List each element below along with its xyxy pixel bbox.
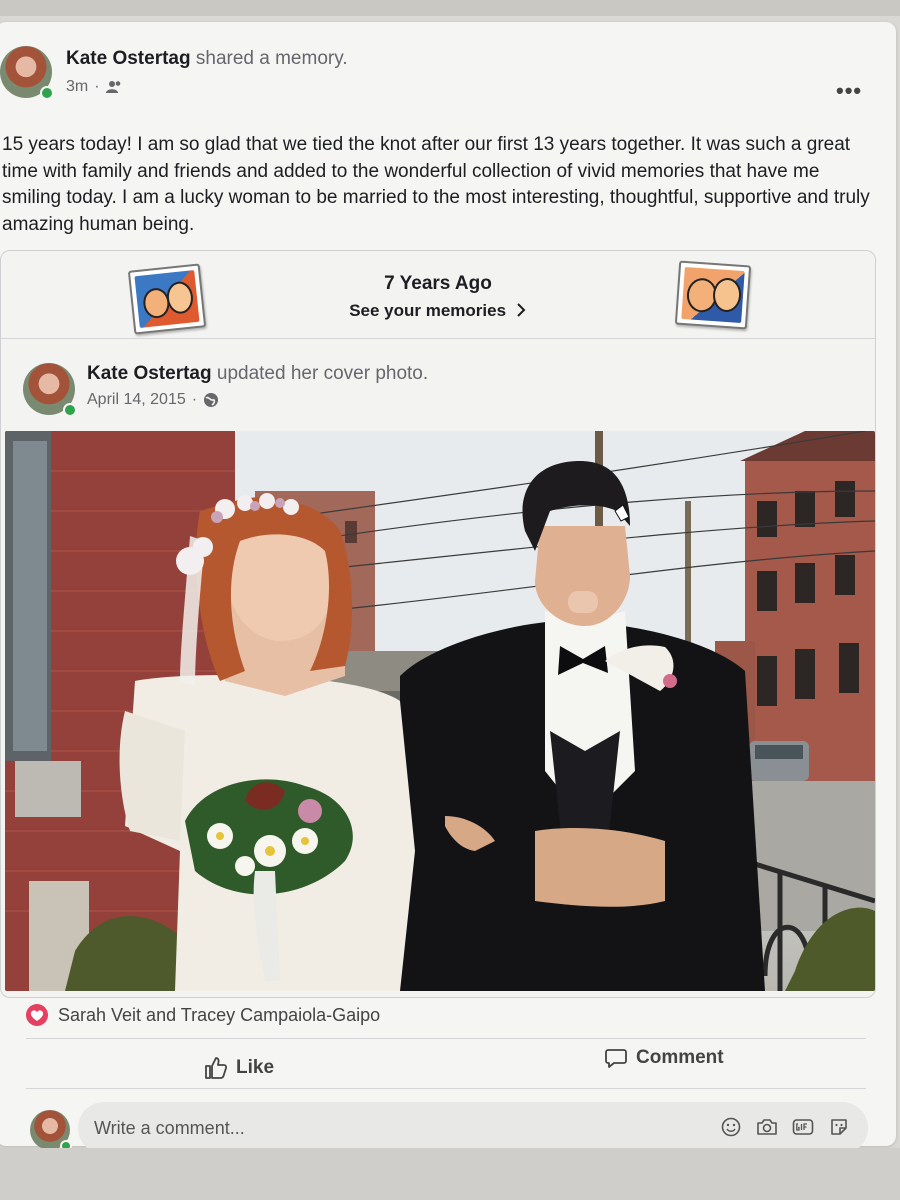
monitor-bezel-bottom [0, 1148, 900, 1200]
thumbs-up-icon [205, 1057, 228, 1079]
comment-button[interactable]: Comment [604, 1046, 724, 1070]
wedding-photo-illustration [5, 431, 875, 991]
post-time[interactable]: 3m [66, 78, 88, 96]
sticker-icon[interactable] [828, 1116, 850, 1138]
comment-label: Comment [636, 1047, 724, 1068]
author-avatar[interactable] [0, 46, 54, 100]
comment-placeholder: Write a comment... [94, 1117, 245, 1138]
globe-icon[interactable] [203, 392, 219, 408]
memories-card[interactable]: 7 Years Ago See your memories Kate Oster… [0, 250, 876, 998]
post-header: Kate Ostertag shared a memory. [66, 48, 348, 70]
shared-post-date[interactable]: April 14, 2015 [87, 391, 186, 409]
like-button[interactable]: Like [204, 1056, 274, 1080]
memories-header: 7 Years Ago See your memories [1, 251, 875, 339]
online-status-dot [40, 86, 54, 100]
more-options-icon[interactable]: ••• [836, 78, 862, 104]
actions-divider-bottom [26, 1088, 866, 1089]
camera-icon[interactable] [756, 1116, 778, 1138]
emoji-icon[interactable] [720, 1116, 742, 1138]
feed-post: Kate Ostertag shared a memory. 3m · ••• … [0, 22, 896, 1154]
shared-post-meta: April 14, 2015 · [87, 391, 219, 409]
commenter-avatar[interactable] [30, 1110, 72, 1152]
reactions-summary[interactable]: Sarah Veit and Tracey Campaiola-Gaipo [26, 1004, 380, 1026]
monitor-bezel-top [0, 0, 900, 16]
wedding-photo[interactable] [5, 431, 875, 991]
actions-divider-top [26, 1038, 866, 1039]
shared-author-name[interactable]: Kate Ostertag [87, 363, 212, 384]
author-name[interactable]: Kate Ostertag [66, 48, 191, 69]
shared-post-header: Kate Ostertag updated her cover photo. [87, 363, 428, 385]
comment-tools [720, 1116, 850, 1138]
post-text: 15 years today! I am so glad that we tie… [2, 134, 870, 235]
post-meta: 3m · [66, 78, 122, 96]
love-reaction-icon [26, 1004, 48, 1026]
online-status-dot [63, 403, 77, 417]
shared-action-text: updated her cover photo. [216, 363, 429, 384]
reaction-names: Sarah Veit and Tracey Campaiola-Gaipo [58, 1004, 381, 1025]
gif-icon[interactable] [792, 1116, 814, 1138]
kiss-sticker-icon [674, 260, 752, 330]
see-memories-label: See your memories [349, 301, 507, 320]
chevron-right-icon [517, 303, 526, 317]
like-label: Like [236, 1057, 275, 1078]
comment-bubble-icon [605, 1049, 627, 1068]
friends-audience-icon[interactable] [105, 80, 122, 94]
comment-input[interactable]: Write a comment... [78, 1102, 868, 1154]
post-action-text: shared a memory. [195, 48, 348, 69]
shared-author-avatar[interactable] [23, 363, 77, 417]
